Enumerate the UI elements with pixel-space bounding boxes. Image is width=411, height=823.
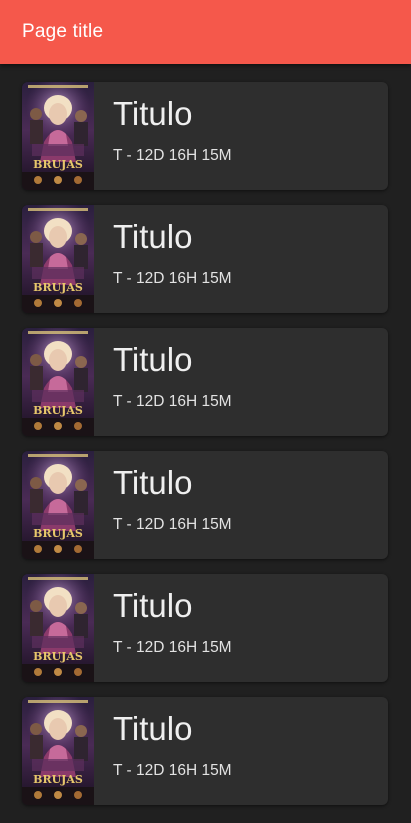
svg-text:BRUJAS: BRUJAS: [33, 281, 83, 294]
list-item[interactable]: BRUJAS Titulo T - 12D 16H 15M: [22, 82, 388, 190]
movie-poster: BRUJAS: [22, 205, 94, 313]
svg-text:BRUJAS: BRUJAS: [33, 158, 83, 171]
item-title: Titulo: [113, 341, 193, 378]
page-title: Page title: [22, 21, 104, 42]
movie-poster: BRUJAS: [22, 451, 94, 559]
item-title: Titulo: [113, 218, 193, 255]
svg-text:BRUJAS: BRUJAS: [33, 404, 83, 417]
item-countdown: T - 12D 16H 15M: [113, 639, 232, 656]
movie-poster: BRUJAS: [22, 697, 94, 805]
list-item[interactable]: BRUJAS Titulo T - 12D 16H 15M: [22, 697, 388, 805]
list-item[interactable]: BRUJAS Titulo T - 12D 16H 15M: [22, 205, 388, 313]
list-item[interactable]: BRUJAS Titulo T - 12D 16H 15M: [22, 451, 388, 559]
svg-text:BRUJAS: BRUJAS: [33, 650, 83, 663]
item-title: Titulo: [113, 587, 193, 624]
item-countdown: T - 12D 16H 15M: [113, 393, 232, 410]
movie-poster: BRUJAS: [22, 574, 94, 682]
app-bar: Page title: [0, 0, 411, 64]
item-title: Titulo: [113, 710, 193, 747]
list-item[interactable]: BRUJAS Titulo T - 12D 16H 15M: [22, 328, 388, 436]
svg-text:BRUJAS: BRUJAS: [33, 773, 83, 786]
item-countdown: T - 12D 16H 15M: [113, 147, 232, 164]
svg-text:BRUJAS: BRUJAS: [33, 527, 83, 540]
item-countdown: T - 12D 16H 15M: [113, 516, 232, 533]
item-countdown: T - 12D 16H 15M: [113, 762, 232, 779]
countdown-list[interactable]: BRUJAS Titulo T - 12D 16H 15M BRUJAS Tit…: [0, 64, 411, 823]
item-countdown: T - 12D 16H 15M: [113, 270, 232, 287]
movie-poster: BRUJAS: [22, 328, 94, 436]
list-item[interactable]: BRUJAS Titulo T - 12D 16H 15M: [22, 574, 388, 682]
movie-poster: BRUJAS: [22, 82, 94, 190]
item-title: Titulo: [113, 95, 193, 132]
item-title: Titulo: [113, 464, 193, 501]
